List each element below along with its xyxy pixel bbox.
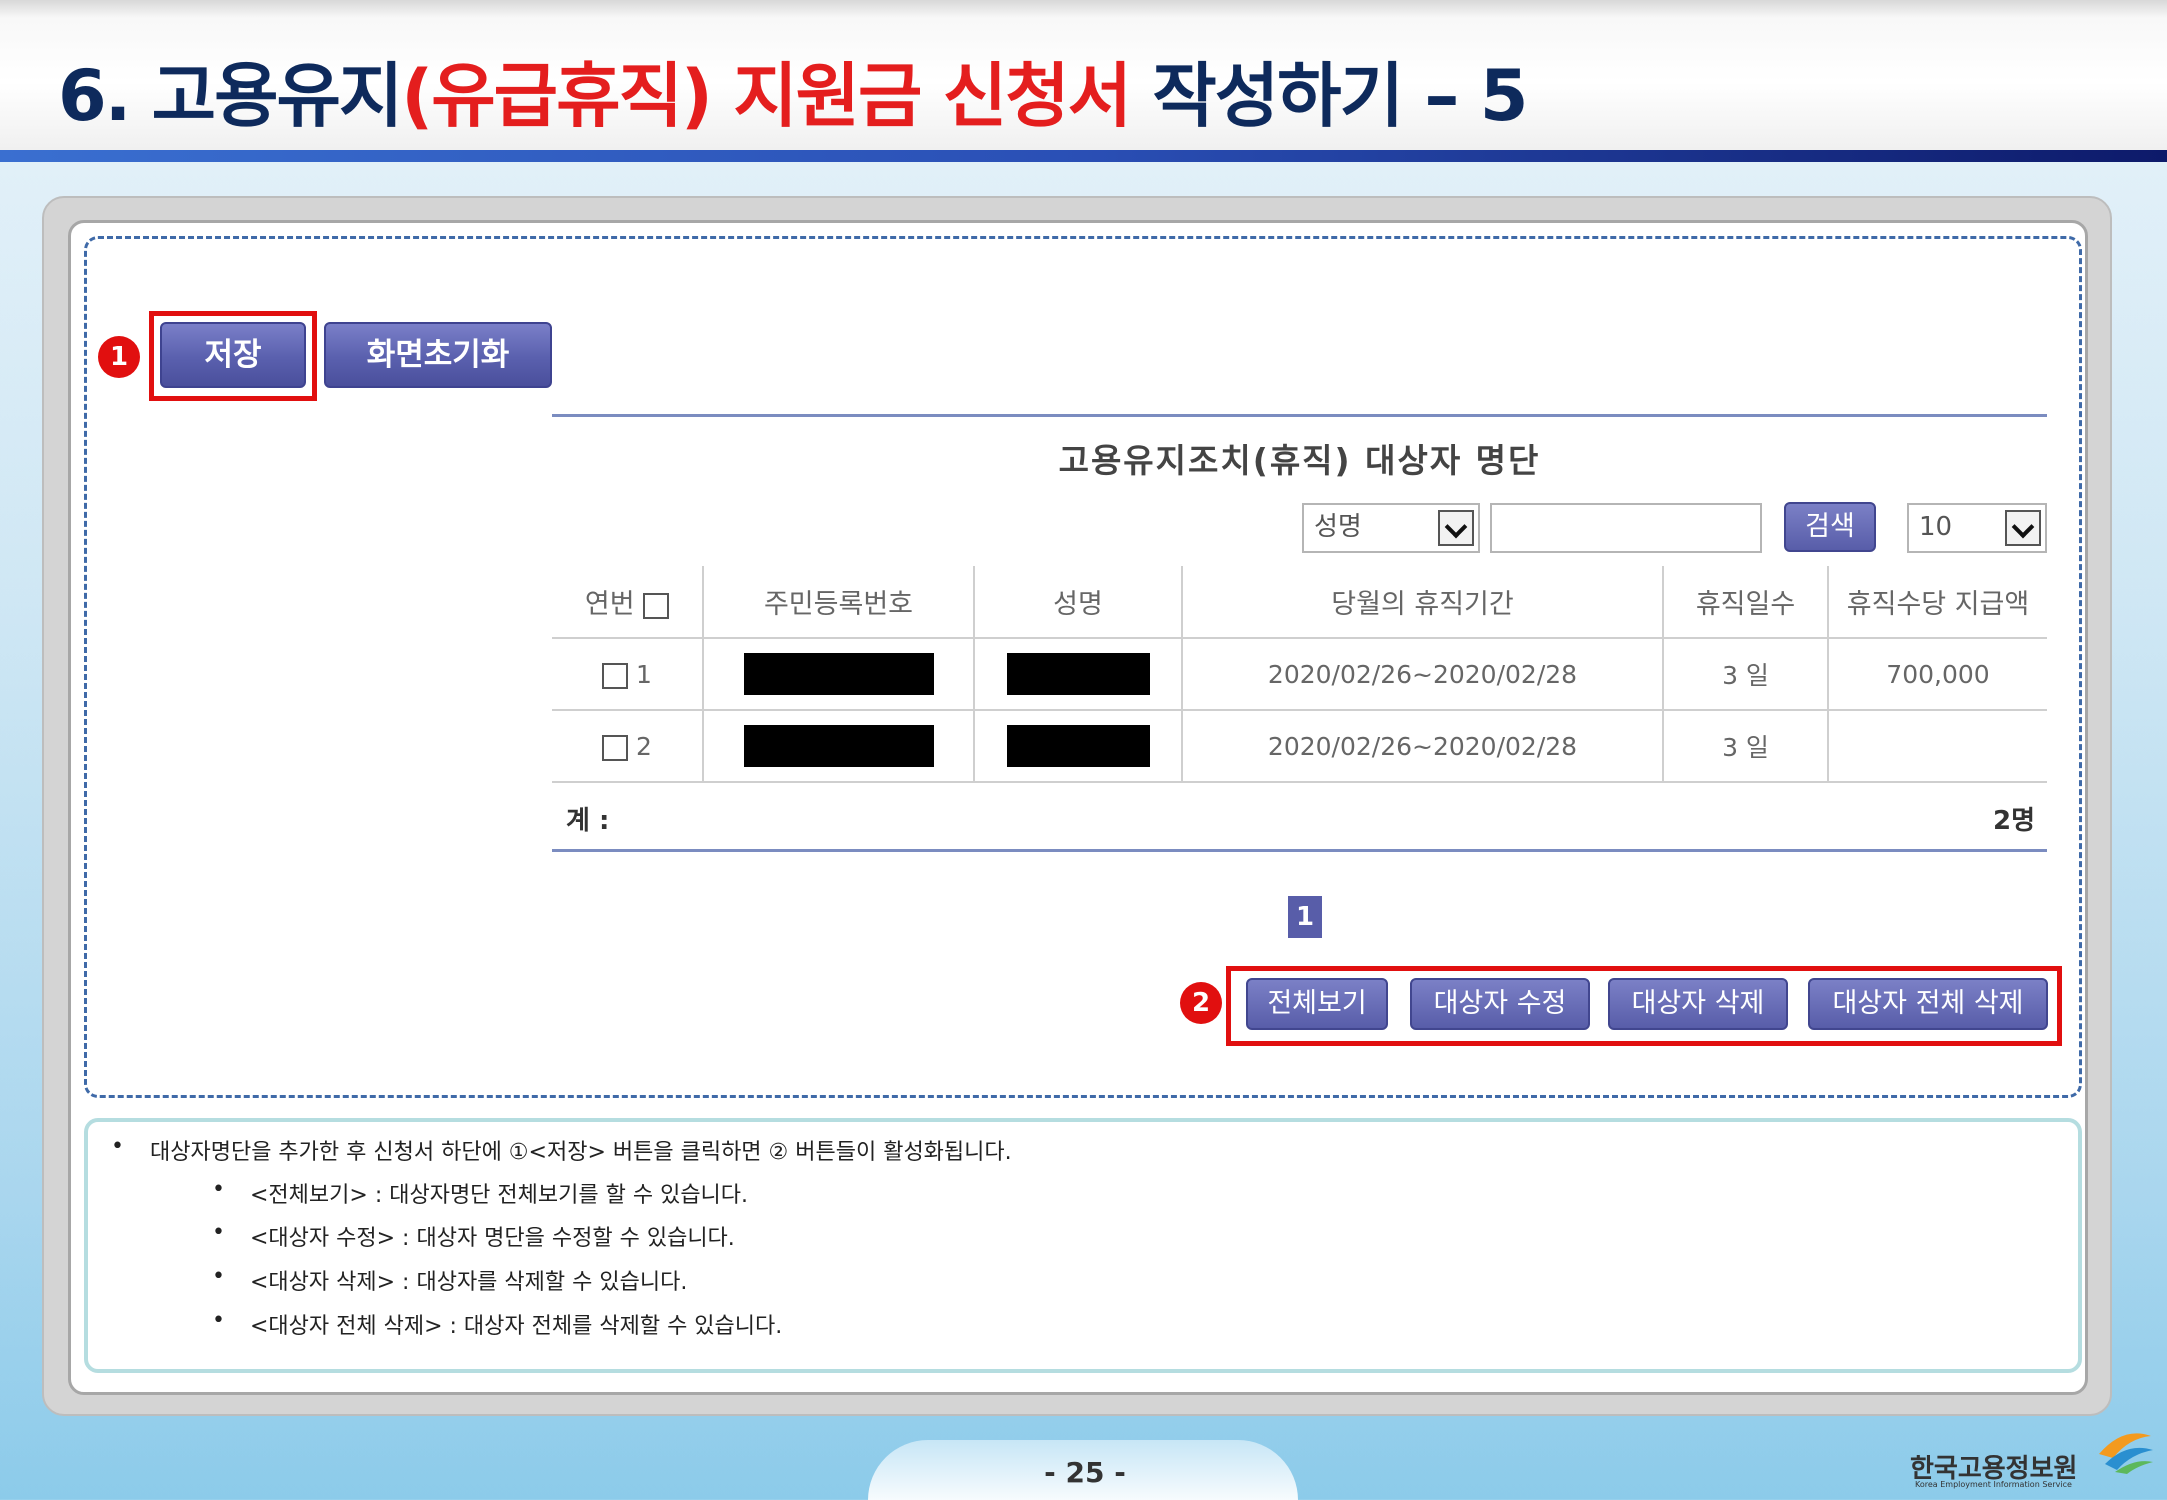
row-checkbox[interactable] [602, 662, 629, 689]
redacted-id [743, 653, 934, 695]
id-cell [702, 638, 975, 711]
total-label: 계 : [566, 806, 610, 836]
list-bottom-rule [552, 849, 2047, 852]
note-main: 대상자명단을 추가한 후 신청서 하단에 ①<저장> 버튼을 클릭하면 ② 버튼… [150, 1140, 1012, 1165]
page-size-select[interactable]: 10 [1907, 503, 2047, 553]
row-number-cell: 1 [552, 638, 704, 711]
search-button[interactable]: 검색 [1784, 502, 1876, 552]
days-cell: 3 일 [1662, 710, 1829, 783]
note-bullet: • [212, 1264, 225, 1289]
title-underline [0, 150, 2167, 162]
note-bullet: • [212, 1308, 225, 1333]
column-header-amount: 휴직수당 지급액 [1827, 566, 2047, 639]
redacted-name [1006, 653, 1150, 695]
page-number: - 25 - [1044, 1456, 1126, 1489]
organization-logo-subtitle: Korea Employment Information Service [1915, 1480, 2072, 1489]
list-title: 고용유지조치(휴직) 대상자 명단 [1058, 441, 1541, 480]
slide-title: 6. 고용유지(유급휴직) 지원금 신청서 작성하기 – 5 [58, 55, 1528, 137]
list-top-rule [552, 414, 2047, 417]
select-all-checkbox[interactable] [643, 592, 670, 619]
search-input[interactable] [1490, 503, 1762, 553]
redacted-id [743, 725, 934, 767]
delete-all-recipients-button[interactable]: 대상자 전체 삭제 [1808, 978, 2048, 1030]
reset-screen-button[interactable]: 화면초기화 [324, 322, 552, 388]
column-header-id: 주민등록번호 [702, 566, 975, 639]
step-marker-1: 1 [98, 336, 140, 378]
note-bullet: • [212, 1177, 225, 1202]
organization-logo-icon [2099, 1433, 2153, 1474]
period-cell: 2020/02/26~2020/02/28 [1181, 710, 1664, 783]
view-all-button[interactable]: 전체보기 [1246, 978, 1388, 1030]
table-row[interactable]: 1 2020/02/26~2020/02/28 3 일 700,000 [552, 638, 2047, 711]
row-number: 1 [636, 659, 652, 689]
period-cell: 2020/02/26~2020/02/28 [1181, 638, 1664, 711]
days-cell: 3 일 [1662, 638, 1829, 711]
delete-recipient-button[interactable]: 대상자 삭제 [1608, 978, 1788, 1030]
amount-cell [1827, 710, 2047, 783]
recipient-table: 연번 주민등록번호 성명 당월의 휴직기간 휴직일수 휴직수당 지급액 1 20… [552, 566, 2047, 783]
id-cell [702, 710, 975, 783]
row-number: 2 [636, 731, 652, 761]
row-checkbox[interactable] [602, 734, 629, 761]
column-header-days: 휴직일수 [1662, 566, 1829, 639]
note-item: <대상자 삭제> : 대상자를 삭제할 수 있습니다. [250, 1270, 688, 1295]
total-row: 계 : 2명 [552, 790, 2047, 840]
row-number-cell: 2 [552, 710, 704, 783]
search-field-value: 성명 [1314, 512, 1362, 542]
amount-cell: 700,000 [1827, 638, 2047, 711]
note-bullet: • [212, 1220, 225, 1245]
chevron-down-icon [1438, 510, 1474, 546]
save-button[interactable]: 저장 [160, 322, 306, 388]
chevron-down-icon [2005, 510, 2041, 546]
edit-recipient-button[interactable]: 대상자 수정 [1410, 978, 1590, 1030]
slide-title-highlight: (유급휴직) 지원금 신청서 [401, 55, 1132, 137]
column-header-name: 성명 [973, 566, 1183, 639]
search-field-select[interactable]: 성명 [1302, 503, 1480, 553]
total-value: 2명 [1992, 806, 2035, 836]
note-bullet: • [111, 1134, 124, 1159]
column-header-period: 당월의 휴직기간 [1181, 566, 1664, 639]
table-header-row: 연번 주민등록번호 성명 당월의 휴직기간 휴직일수 휴직수당 지급액 [552, 566, 2047, 639]
page-size-value: 10 [1919, 512, 1953, 542]
column-header-number: 연번 [552, 566, 704, 639]
note-item: <대상자 전체 삭제> : 대상자 전체를 삭제할 수 있습니다. [250, 1314, 783, 1339]
note-item: <대상자 수정> : 대상자 명단을 수정할 수 있습니다. [250, 1226, 735, 1251]
note-item: <전체보기> : 대상자명단 전체보기를 할 수 있습니다. [250, 1183, 749, 1208]
name-cell [973, 638, 1183, 711]
redacted-name [1006, 725, 1150, 767]
name-cell [973, 710, 1183, 783]
step-marker-2: 2 [1180, 982, 1222, 1024]
table-row[interactable]: 2 2020/02/26~2020/02/28 3 일 [552, 710, 2047, 783]
pagination-page-1[interactable]: 1 [1288, 896, 1322, 938]
